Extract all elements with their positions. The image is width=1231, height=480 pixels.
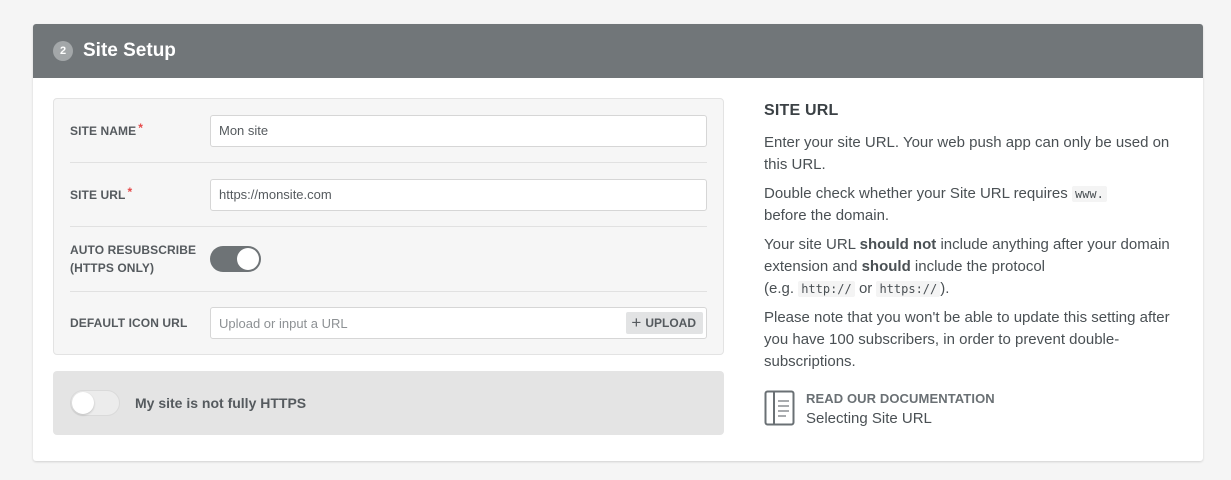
documentation-link[interactable]: READ OUR DOCUMENTATION Selecting Site UR…: [764, 390, 1174, 430]
upload-button[interactable]: + UPLOAD: [626, 312, 703, 334]
card-header: 2 Site Setup: [33, 24, 1203, 78]
plus-icon: +: [631, 312, 642, 332]
site-url-input[interactable]: [210, 178, 707, 211]
not-fully-https-toggle[interactable]: [70, 390, 120, 416]
site-setup-form: SITE NAME* SITE URL* AUTO RESUBSCRIBE(HT…: [53, 98, 724, 355]
default-icon-url-row: DEFAULT ICON URL +UPLOAD: [70, 292, 707, 354]
toggle-knob: [72, 392, 94, 414]
auto-resubscribe-label: AUTO RESUBSCRIBE (HTTPS ONLY): [70, 243, 197, 275]
site-name-input[interactable]: [210, 114, 707, 147]
help-title: SITE URL: [764, 102, 839, 119]
code-snippet: www.: [1071, 186, 1107, 202]
https-toggle-box: My site is not fully HTTPS: [53, 371, 724, 435]
auto-resubscribe-row: AUTO RESUBSCRIBE (HTTPS ONLY): [70, 227, 707, 292]
help-paragraph: Please note that you won't be able to up…: [764, 309, 1170, 370]
code-snippet: https://: [876, 281, 941, 297]
code-snippet: http://: [798, 281, 855, 297]
help-paragraph: Enter your site URL. Your web push app c…: [764, 134, 1170, 173]
site-name-row: SITE NAME *: [70, 99, 707, 163]
default-icon-url-label: DEFAULT ICON URL: [70, 316, 188, 330]
required-marker: *: [127, 184, 133, 199]
required-marker: *: [138, 120, 144, 135]
help-paragraph: Double check whether your Site URL requi…: [764, 183, 1174, 227]
book-icon: [764, 390, 795, 426]
help-panel: SITE URL Enter your site URL. Your web p…: [764, 100, 1174, 430]
icon-url-field: +UPLOAD: [210, 307, 707, 339]
card-title: Site Setup: [83, 40, 176, 61]
site-name-label: SITE NAME *: [70, 120, 144, 138]
site-setup-card: 2 Site Setup SITE NAME* SITE URL* AUTO R…: [33, 24, 1203, 461]
help-paragraph: Your site URL should not include anythin…: [764, 236, 1170, 297]
auto-resubscribe-toggle[interactable]: [210, 246, 261, 272]
toggle-knob: [237, 248, 259, 270]
documentation-heading: READ OUR DOCUMENTATION: [806, 391, 995, 406]
not-fully-https-label: My site is not fully HTTPS: [135, 395, 307, 411]
documentation-link-text[interactable]: Selecting Site URL: [806, 408, 995, 430]
step-number-badge: 2: [53, 41, 73, 61]
site-url-label: SITE URL *: [70, 184, 133, 202]
site-url-row: SITE URL *: [70, 163, 707, 227]
